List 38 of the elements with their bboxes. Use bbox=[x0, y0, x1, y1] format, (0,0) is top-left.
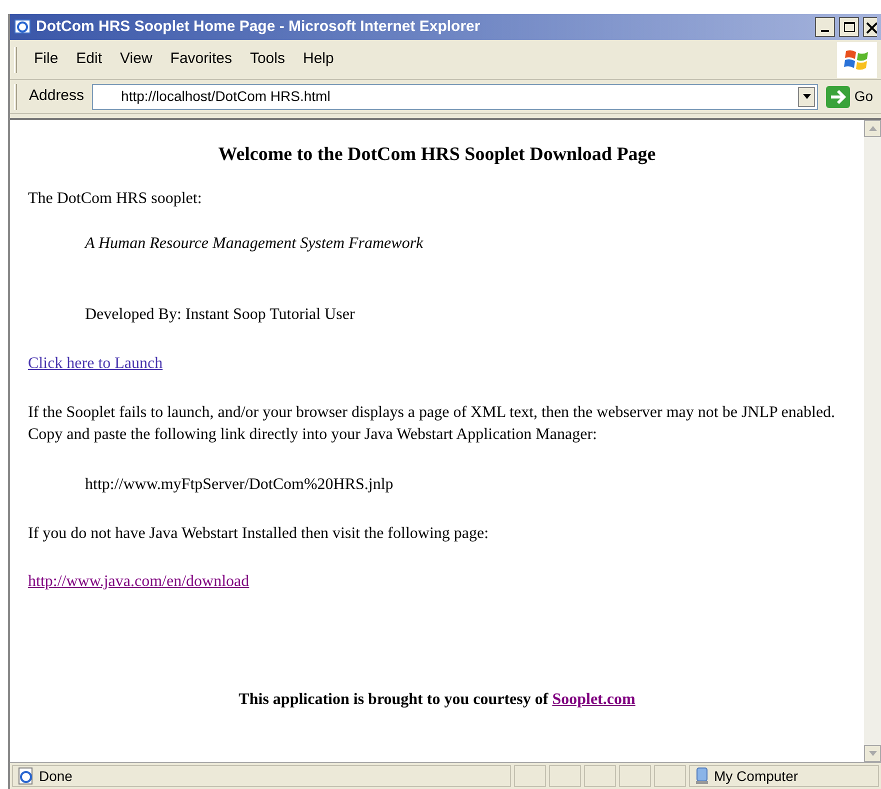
dropdown-button[interactable] bbox=[798, 86, 816, 106]
launch-link[interactable]: Click here to Launch bbox=[28, 353, 163, 374]
computer-icon bbox=[694, 767, 710, 785]
footer-text: This application is brought to you courtesy of bbox=[238, 691, 550, 708]
address-label: Address bbox=[29, 86, 84, 106]
status-pane bbox=[514, 765, 546, 787]
zone-text: My Computer bbox=[714, 766, 798, 786]
menu-item[interactable]: View bbox=[111, 48, 162, 71]
notice-text: If the Sooplet fails to launch, and/or your browser displays a page of XML text, then the webserver may not be JNLP enabled. Copy and paste the following link directly into your Java Webstart Application Manager: bbox=[28, 403, 836, 445]
status-pane bbox=[619, 765, 651, 787]
go-button[interactable]: Go bbox=[822, 86, 877, 108]
up-arrow-icon bbox=[868, 126, 876, 131]
address-field[interactable]: http://localhost/DotCom HRS.html bbox=[92, 84, 818, 110]
close-button[interactable] bbox=[863, 17, 877, 37]
caret-icon bbox=[802, 94, 811, 99]
menu-item[interactable]: File bbox=[25, 48, 68, 71]
java-download-link[interactable]: http://www.java.com/en/download bbox=[28, 571, 250, 592]
status-pane bbox=[654, 765, 686, 787]
menu-item[interactable]: Edit bbox=[67, 48, 112, 71]
subtitle-text: A Human Resource Management System Framework bbox=[83, 234, 424, 254]
developer-text: Developed By: Instant Soop Tutorial User bbox=[84, 305, 356, 325]
menu-item[interactable]: Favorites bbox=[161, 48, 241, 71]
sooplet-link[interactable]: Sooplet.com bbox=[552, 691, 636, 708]
page-heading: Welcome to the DotCom HRS Sooplet Download Page bbox=[217, 144, 657, 165]
status-pane bbox=[584, 765, 616, 787]
minimize-button[interactable] bbox=[815, 17, 835, 37]
menu-item[interactable]: Help bbox=[294, 48, 343, 71]
browser-icon bbox=[14, 18, 32, 36]
status-pane bbox=[549, 765, 581, 787]
java-notice-text: If you do not have Java Webstart Installed then visit the following page: bbox=[28, 524, 490, 544]
down-arrow-icon bbox=[868, 751, 876, 756]
intro-text: The DotCom HRS sooplet: bbox=[28, 189, 203, 209]
menu-item[interactable]: Tools bbox=[240, 48, 294, 71]
window-title: DotCom HRS Sooplet Home Page - Microsoft Internet Explorer bbox=[36, 16, 482, 37]
status-text: Done bbox=[39, 766, 72, 786]
maximize-button[interactable] bbox=[839, 17, 859, 37]
jnlp-url-text: http://www.myFtpServer/DotCom%20HRS.jnlp bbox=[84, 475, 394, 495]
page-icon bbox=[17, 767, 35, 785]
